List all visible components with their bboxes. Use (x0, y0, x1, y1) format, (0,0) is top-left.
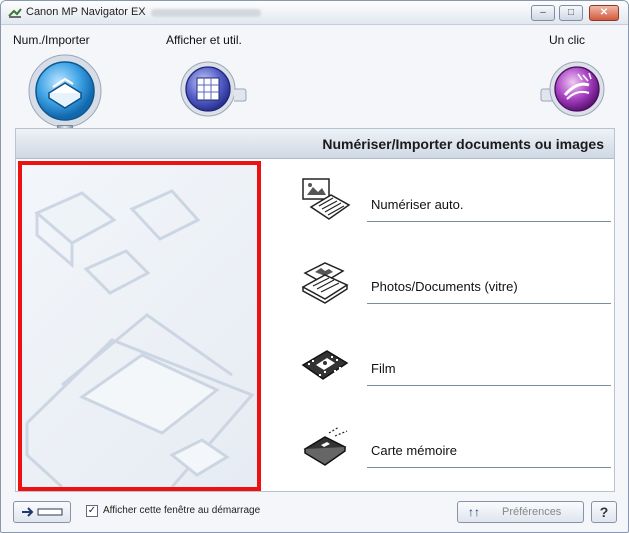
preferences-label: Préférences (502, 506, 562, 518)
grid-view-icon[interactable] (178, 59, 248, 123)
action-divider (367, 385, 611, 386)
photos-documents-icon (301, 262, 349, 304)
action-film[interactable]: Film (291, 335, 611, 405)
panel-header: Numériser/Importer documents ou images (16, 129, 614, 159)
action-label-film[interactable]: Film (371, 361, 396, 376)
action-label-auto-scan[interactable]: Numériser auto. (371, 197, 463, 212)
main-window: Canon MP Navigator EX – □ ✕ Num./Importe… (0, 0, 629, 533)
switch-view-button[interactable] (13, 501, 71, 523)
mode-label-view-use[interactable]: Afficher et util. (166, 33, 242, 47)
action-auto-scan[interactable]: Numériser auto. (291, 171, 611, 241)
preferences-button[interactable]: ↑↑ Préférences (457, 501, 584, 523)
action-photos-documents[interactable]: Photos/Documents (vitre) (291, 253, 611, 323)
action-divider (367, 221, 611, 222)
action-divider (367, 467, 611, 468)
action-label-photos-documents[interactable]: Photos/Documents (vitre) (371, 279, 518, 294)
maximize-button[interactable]: □ (559, 5, 583, 21)
action-memory-card[interactable]: Carte mémoire (291, 417, 611, 487)
content-panel: Numériser/Importer documents ou images N… (15, 128, 615, 492)
action-label-memory-card[interactable]: Carte mémoire (371, 443, 457, 458)
footer-bar: ✓ Afficher cette fenêtre au démarrage ↑↑… (1, 495, 628, 532)
preferences-icon: ↑↑ (468, 505, 480, 519)
title-bar: Canon MP Navigator EX – □ ✕ (1, 1, 628, 25)
scan-illustration (18, 161, 261, 491)
panel-title: Numériser/Importer documents ou images (322, 136, 604, 152)
mode-label-scan-import[interactable]: Num./Importer (13, 33, 90, 47)
minimize-button[interactable]: – (531, 5, 555, 21)
film-icon (301, 350, 349, 380)
help-button[interactable]: ? (591, 501, 617, 523)
auto-scan-icon (302, 178, 351, 220)
show-on-startup-checkbox[interactable]: ✓ (86, 505, 98, 517)
action-divider (367, 303, 611, 304)
memory-card-icon (303, 426, 348, 466)
mode-label-one-click[interactable]: Un clic (549, 33, 585, 47)
window-title: Canon MP Navigator EX (26, 6, 146, 18)
switch-view-icon (22, 507, 63, 517)
one-click-icon[interactable] (539, 59, 609, 123)
show-on-startup-label: Afficher cette fenêtre au démarrage (103, 505, 261, 516)
mode-bar: Num./Importer Afficher et util. Un clic (1, 25, 628, 147)
close-button[interactable]: ✕ (589, 5, 619, 21)
title-redaction (151, 9, 261, 17)
scanner-icon[interactable] (25, 51, 105, 131)
scanner-illustration-icon (25, 189, 255, 487)
app-icon (8, 8, 22, 18)
